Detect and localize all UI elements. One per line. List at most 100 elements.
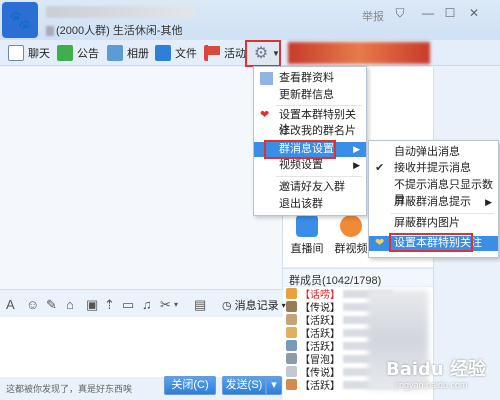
menu-item-view-profile[interactable]: 查看群资料 — [254, 71, 366, 86]
check-icon: ✔ — [375, 162, 385, 174]
avatar — [286, 314, 297, 325]
menu-separator — [276, 105, 362, 106]
submenu-item-receive-notify[interactable]: ✔ 接收并提示消息 — [369, 161, 498, 176]
paw-logo-icon: 🐾 — [8, 10, 32, 30]
watermark-url: jingyan.baidu.com — [395, 380, 468, 390]
heart-icon: ❤ — [375, 237, 385, 249]
group-info-text: (2000人群) 生活休闲-其他 — [56, 25, 183, 37]
group-name-blurred — [46, 6, 196, 18]
avatar — [286, 353, 297, 364]
menu-item-label: 修改我的群名片 — [279, 125, 356, 137]
scissors-icon[interactable]: ✂ — [160, 297, 171, 313]
tab-chat[interactable]: 聊天 — [8, 44, 50, 62]
avatar — [286, 327, 297, 338]
tab-album[interactable]: 相册 — [107, 44, 149, 62]
clock-icon: ◷ — [222, 299, 232, 312]
avatar — [286, 288, 297, 299]
menu-item-special-attention[interactable]: ❤ 设置本群特别关注 — [254, 108, 366, 136]
font-icon[interactable]: A — [6, 297, 15, 312]
menu-item-video-settings[interactable]: 视频设置 ▶ — [254, 158, 366, 173]
image-icon[interactable]: ▣ — [86, 297, 98, 313]
photo-icon — [107, 45, 123, 61]
menu-item-label: 接收并提示消息 — [394, 162, 471, 174]
tab-activity-label: 活动 — [224, 48, 246, 60]
scissors-dropdown-icon[interactable]: ▾ — [174, 300, 178, 309]
settings-gear-button[interactable]: ⚙ ▼ — [245, 40, 281, 67]
app-live[interactable]: 直播间 — [287, 215, 327, 256]
menu-item-update-info[interactable]: 更新群信息 — [254, 88, 366, 103]
member-tag: 【活跃】 — [300, 381, 340, 392]
tab-activity[interactable]: 活动 — [204, 44, 246, 62]
report-link[interactable]: 举报 — [362, 8, 384, 24]
video-icon — [340, 215, 362, 237]
group-avatar[interactable]: 🐾 — [2, 2, 38, 38]
message-input[interactable] — [0, 317, 283, 377]
message-record-button[interactable]: ◷ 消息记录 ▾ — [222, 297, 286, 313]
menu-item-edit-card[interactable]: 修改我的群名片 — [254, 124, 366, 139]
app-live-label: 直播间 — [290, 243, 324, 255]
highlight-box-special-attention — [389, 233, 473, 252]
magic-icon[interactable]: ✎ — [46, 297, 57, 313]
ad-banner[interactable] — [288, 42, 430, 64]
hanger-icon[interactable]: ⛉ — [392, 6, 408, 20]
chat-history-area[interactable] — [0, 67, 283, 289]
menu-separator — [276, 176, 362, 177]
avatar — [286, 301, 297, 312]
menu-item-label: 更新群信息 — [279, 89, 334, 101]
menu-item-label: 邀请好友入群 — [279, 181, 345, 193]
folder-small-icon[interactable]: ▭ — [122, 297, 134, 313]
submenu-item-count-only[interactable]: 不提示消息只显示数目 — [369, 178, 498, 206]
menu-item-invite[interactable]: 邀请好友入群 — [254, 180, 366, 195]
chat-icon — [8, 45, 24, 61]
chevron-right-icon: ▶ — [353, 144, 360, 154]
menu-item-label: 屏蔽群内图片 — [394, 217, 460, 229]
tab-file[interactable]: 文件 — [155, 44, 197, 62]
gear-icon: ⚙ — [253, 45, 269, 62]
qq-group-chat-window: 🐾 (2000人群) 生活休闲-其他 举报 ⛉ — ☐ ✕ 聊天 公告 相册 文… — [0, 0, 500, 400]
tab-chat-label: 聊天 — [28, 48, 50, 60]
caret-down-icon: ▼ — [272, 49, 280, 58]
upload-icon[interactable]: ⇡ — [104, 297, 115, 313]
message-record-label: 消息记录 — [234, 300, 279, 312]
tv-icon — [296, 215, 318, 237]
gift-icon[interactable]: ⌂ — [66, 297, 74, 312]
folder-icon — [155, 45, 171, 61]
baidu-watermark: Baidu 经验 — [386, 359, 487, 380]
avatar — [286, 379, 297, 390]
maximize-button[interactable]: ☐ — [442, 6, 458, 20]
tab-notice[interactable]: 公告 — [57, 44, 99, 62]
menu-item-label: 自动弹出消息 — [394, 146, 460, 158]
menu-item-label: 视频设置 — [279, 159, 323, 171]
caret-down-icon: ▾ — [281, 300, 286, 310]
menu-item-label: 屏蔽群消息提示 — [394, 196, 471, 208]
menu-item-quit[interactable]: 退出该群 — [254, 197, 366, 212]
footer-text: 这都被你发现了，真是好东西唉 — [6, 384, 133, 394]
group-info: (2000人群) 生活休闲-其他 — [46, 22, 183, 38]
chevron-right-icon: ▶ — [485, 197, 492, 207]
tab-album-label: 相册 — [127, 48, 149, 60]
menu-separator — [391, 213, 494, 214]
highlight-box-message-settings — [264, 140, 336, 159]
music-icon[interactable]: ♫ — [142, 297, 152, 312]
emoji-icon[interactable]: ☺ — [26, 297, 39, 312]
tab-notice-label: 公告 — [77, 48, 99, 60]
avatar — [286, 340, 297, 351]
close-button[interactable]: 关闭(C) — [164, 376, 216, 395]
send-button[interactable]: 发送(S) — [222, 376, 266, 395]
title-bar: 🐾 (2000人群) 生活休闲-其他 举报 ⛉ — ☐ ✕ — [0, 0, 500, 40]
pin-flag-icon — [204, 45, 220, 61]
menu-item-label: 查看群资料 — [279, 72, 334, 84]
submenu-item-auto-popup[interactable]: 自动弹出消息 — [369, 145, 498, 160]
submenu-item-block-notify[interactable]: 屏蔽群消息提示 ▶ — [369, 195, 498, 210]
app-video[interactable]: 群视频 — [331, 215, 371, 256]
more-icon[interactable]: ▤ — [194, 297, 206, 313]
profile-card-icon — [260, 72, 273, 85]
app-video-label: 群视频 — [334, 243, 368, 255]
close-window-button[interactable]: ✕ — [466, 6, 482, 20]
heart-icon: ❤ — [260, 109, 270, 121]
minimize-button[interactable]: — — [420, 6, 436, 20]
submenu-item-block-images[interactable]: 屏蔽群内图片 — [369, 216, 498, 231]
flag-icon — [57, 45, 73, 61]
page-dots — [345, 262, 375, 272]
send-options-button[interactable]: ▾ — [266, 376, 282, 395]
